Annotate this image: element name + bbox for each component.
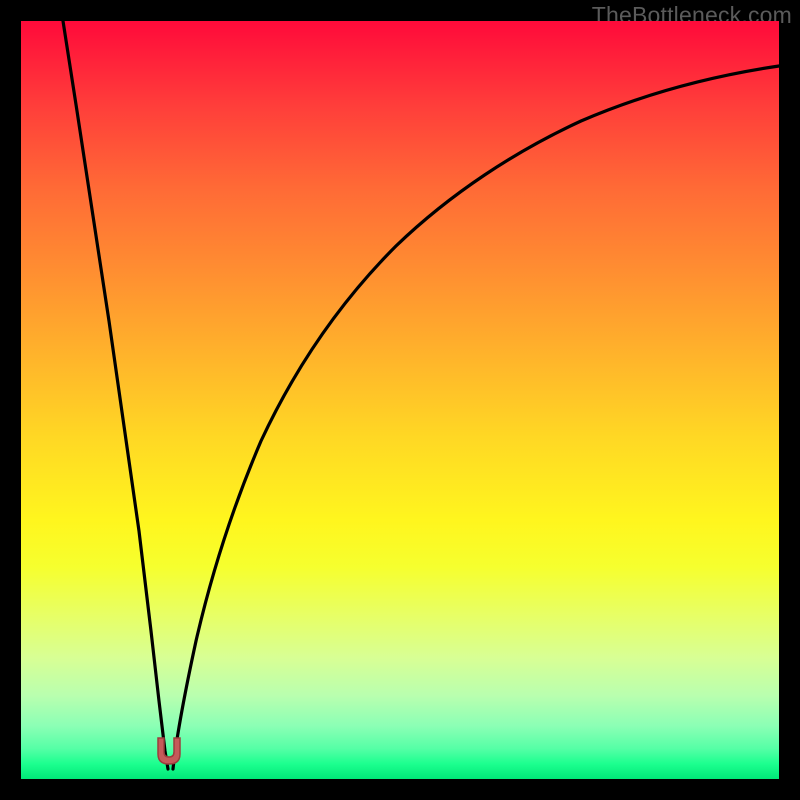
plot-area [21, 21, 779, 779]
minimum-marker [156, 736, 182, 766]
curve-right-branch [173, 66, 779, 769]
chart-frame: TheBottleneck.com [0, 0, 800, 800]
u-notch-icon [156, 736, 182, 766]
curve-left-branch [63, 21, 168, 769]
bottleneck-curve [21, 21, 779, 779]
